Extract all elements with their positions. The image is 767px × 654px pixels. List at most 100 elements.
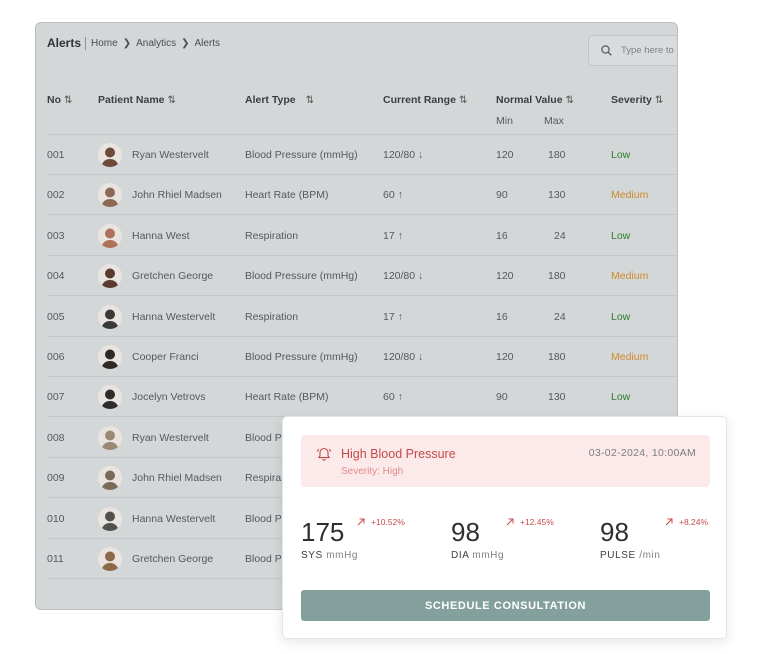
table-row[interactable]: 003 Hanna West Respiration 17 ↑ 16 24 Low (36, 216, 677, 256)
cell-no: 010 (47, 512, 65, 525)
breadcrumb-alerts: Alerts (194, 37, 221, 49)
cell-patient-name: Ryan Westervelt (132, 149, 209, 161)
sort-icon[interactable]: ⇅ (566, 95, 574, 106)
cell-alert-type: Blood Pressure (mmHg) (245, 149, 358, 161)
trend-up-arrow-icon (357, 518, 365, 526)
avatar (98, 385, 122, 410)
cell-current-range: 120/80 ↓ (383, 351, 424, 363)
chevron-right-icon: ❯ (122, 37, 132, 49)
avatar (98, 506, 122, 531)
alert-title: High Blood Pressure (341, 447, 456, 461)
cell-alert-type: Blood P (245, 512, 282, 525)
sort-icon[interactable]: ⇅ (655, 95, 663, 106)
column-header-current-range[interactable]: Current Range ⇅ (383, 94, 467, 106)
column-header-severity[interactable]: Severity ⇅ (611, 94, 663, 106)
metric-label: SYS (301, 550, 323, 561)
metric-pulse: 98 PULSE /min +8.24% (600, 517, 710, 567)
cell-alert-type: Respiration (245, 310, 299, 323)
avatar (98, 143, 122, 167)
table-row[interactable]: 006 Cooper Franci Blood Pressure (mmHg) 120… (36, 337, 677, 377)
metric-value: 175 (301, 517, 345, 547)
alert-severity: Severity: High (341, 466, 404, 477)
breadcrumb-analytics[interactable]: Analytics (136, 38, 176, 49)
cell-no: 005 (47, 310, 65, 323)
column-header-label: Patient Name (98, 94, 165, 106)
metric-unit: PULSE /min (600, 550, 660, 561)
cell-patient-name: Hanna West (132, 229, 190, 242)
metric-dia: 98 DIA mmHg +12.45% (451, 517, 581, 567)
column-header-patient[interactable]: Patient Name ⇅ (98, 94, 176, 106)
metric-value: 98 (600, 517, 629, 547)
chevron-right-icon: ❯ (181, 37, 190, 49)
cell-alert-type: Respira (245, 472, 282, 485)
avatar (98, 183, 122, 208)
column-header-normal-value[interactable]: Normal Value ⇅ (496, 94, 574, 106)
cell-patient-name: Gretchen George (132, 553, 214, 565)
metric-sys: 175 SYS mmHg +10.52% (301, 517, 431, 567)
avatar (98, 304, 122, 329)
cell-current-range: 60 ↑ (383, 189, 403, 202)
avatar (98, 547, 122, 571)
search-icon (601, 45, 612, 56)
subheader-min: Min (496, 115, 513, 127)
cell-current-range: 17 ↑ (383, 229, 403, 242)
cell-alert-type: Heart Rate (BPM) (245, 189, 329, 202)
cell-normal-min: 120 (496, 351, 514, 363)
cell-current-range: 17 ↑ (383, 310, 403, 323)
column-header-label: No (47, 94, 61, 106)
sort-icon[interactable]: ⇅ (64, 95, 72, 106)
cell-normal-min: 16 (496, 229, 508, 242)
schedule-consultation-button[interactable]: SCHEDULE CONSULTATION (301, 590, 710, 621)
alert-datetime: 03-02-2024, 10:00AM (588, 447, 696, 459)
column-header-alert-type[interactable]: Alert Type ⇅ (245, 94, 314, 106)
cell-normal-min: 120 (496, 149, 514, 161)
cell-alert-type: Blood P (245, 553, 282, 565)
metric-unit-text: mmHg (472, 550, 505, 561)
metric-change-text: +8.24% (679, 517, 709, 527)
cell-normal-min: 90 (496, 391, 508, 404)
sort-icon[interactable]: ⇅ (306, 95, 314, 106)
sort-icon[interactable]: ⇅ (459, 95, 467, 106)
alert-banner: High Blood Pressure Severity: High 03-02… (301, 435, 710, 487)
metric-change-text: +12.45% (520, 517, 554, 527)
avatar (98, 264, 122, 289)
table-row[interactable]: 002 John Rhiel Madsen Heart Rate (BPM) 60 ↑… (36, 175, 677, 216)
metric-label: DIA (451, 550, 469, 561)
metric-label: PULSE (600, 550, 636, 561)
table-row[interactable]: 007 Jocelyn Vetrovs Heart Rate (BPM) 60 ↑ 90… (36, 377, 677, 418)
avatar (98, 425, 122, 450)
breadcrumb-home[interactable]: Home (91, 38, 118, 49)
metric-unit-text: /min (639, 550, 661, 561)
table-row[interactable]: 001 Ryan Westervelt Blood Pressure (mmHg) 1… (36, 135, 677, 175)
cell-alert-type: Heart Rate (BPM) (245, 391, 329, 404)
cell-alert-type: Blood Pressure (mmHg) (245, 351, 358, 363)
metric-change: +10.52% (357, 517, 405, 527)
cell-normal-max: 180 (548, 351, 566, 363)
column-header-label: Alert Type (245, 94, 296, 106)
cell-no: 002 (47, 189, 65, 202)
cell-current-range: 120/80 ↓ (383, 149, 424, 161)
cell-no: 008 (47, 431, 65, 444)
cell-no: 009 (47, 472, 65, 485)
sort-icon[interactable]: ⇅ (168, 95, 176, 106)
column-header-label: Current Range (383, 94, 456, 106)
search-box[interactable] (588, 35, 677, 66)
avatar (98, 466, 122, 491)
trend-up-arrow-icon (506, 518, 514, 526)
metric-value: 98 (451, 517, 480, 547)
metric-unit: DIA mmHg (451, 550, 504, 561)
cell-patient-name: Gretchen George (132, 270, 214, 283)
metric-change: +12.45% (506, 517, 554, 527)
table-row[interactable]: 005 Hanna Westervelt Respiration 17 ↑ 16 24 Lo… (36, 297, 677, 337)
table-row[interactable]: 004 Gretchen George Blood Pressure (mmHg) 1… (36, 256, 677, 297)
cell-no: 003 (47, 229, 65, 242)
search-input[interactable] (621, 45, 677, 56)
column-header-label: Normal Value (496, 94, 563, 106)
cell-alert-type: Respiration (245, 229, 299, 242)
cell-severity: Low (611, 149, 631, 161)
avatar (98, 223, 122, 248)
column-header-no[interactable]: No ⇅ (47, 94, 72, 106)
trend-up-arrow-icon (665, 518, 673, 526)
cell-no: 001 (47, 149, 65, 161)
cell-normal-max: 180 (548, 270, 566, 283)
